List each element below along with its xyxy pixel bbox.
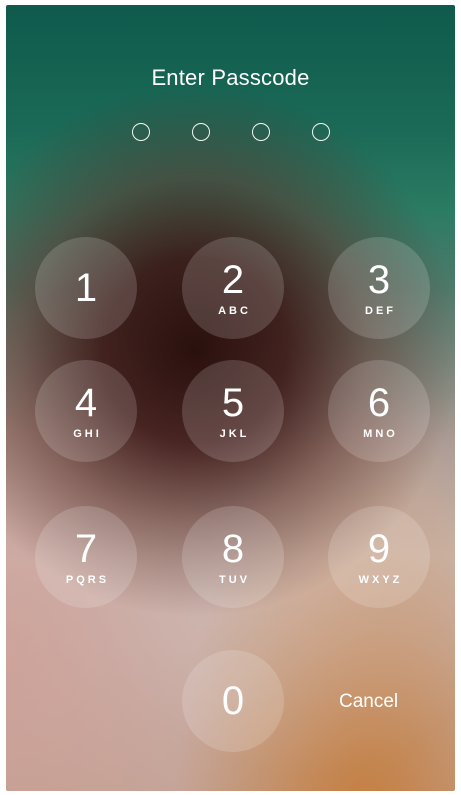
key-letters: PQRS: [65, 573, 110, 586]
key-letters: WXYZ: [358, 573, 403, 586]
key-5-button[interactable]: 5 JKL: [182, 360, 284, 462]
key-digit: 5: [221, 380, 245, 425]
key-digit: 7: [74, 526, 98, 571]
key-letters: DEF: [365, 304, 396, 317]
page-title: Enter Passcode: [151, 65, 310, 90]
key-letters: TUV: [219, 573, 250, 586]
passcode-dot: [311, 123, 330, 141]
key-digit: 4: [74, 380, 98, 425]
key-4-button[interactable]: 4 GHI: [35, 360, 137, 462]
passcode-dot: [191, 123, 210, 141]
passcode-dot: [251, 123, 270, 141]
passcode-dot: [131, 123, 150, 141]
key-7-button[interactable]: 7 PQRS: [35, 506, 137, 608]
key-8-button[interactable]: 8 TUV: [182, 506, 284, 608]
passcode-dots: [6, 123, 455, 141]
cancel-button[interactable]: Cancel: [339, 691, 398, 713]
key-digit: 9: [367, 526, 391, 571]
key-letters: MNO: [363, 427, 398, 440]
key-digit: 2: [221, 257, 245, 302]
lock-screen: Enter Passcode 1 2 ABC 3 DEF 4 GHI 5 JKL…: [6, 5, 455, 791]
key-digit: 8: [221, 526, 245, 571]
key-letters: GHI: [73, 427, 102, 440]
key-letters: JKL: [219, 427, 250, 440]
key-9-button[interactable]: 9 WXYZ: [328, 506, 430, 608]
key-1-button[interactable]: 1: [35, 237, 137, 339]
key-6-button[interactable]: 6 MNO: [328, 360, 430, 462]
key-digit: 0: [221, 679, 245, 723]
key-digit: 3: [367, 257, 391, 302]
key-3-button[interactable]: 3 DEF: [328, 237, 430, 339]
key-0-button[interactable]: 0: [182, 650, 284, 752]
key-digit: 1: [74, 266, 98, 310]
key-digit: 6: [367, 380, 391, 425]
key-2-button[interactable]: 2 ABC: [182, 237, 284, 339]
key-letters: ABC: [218, 304, 251, 317]
